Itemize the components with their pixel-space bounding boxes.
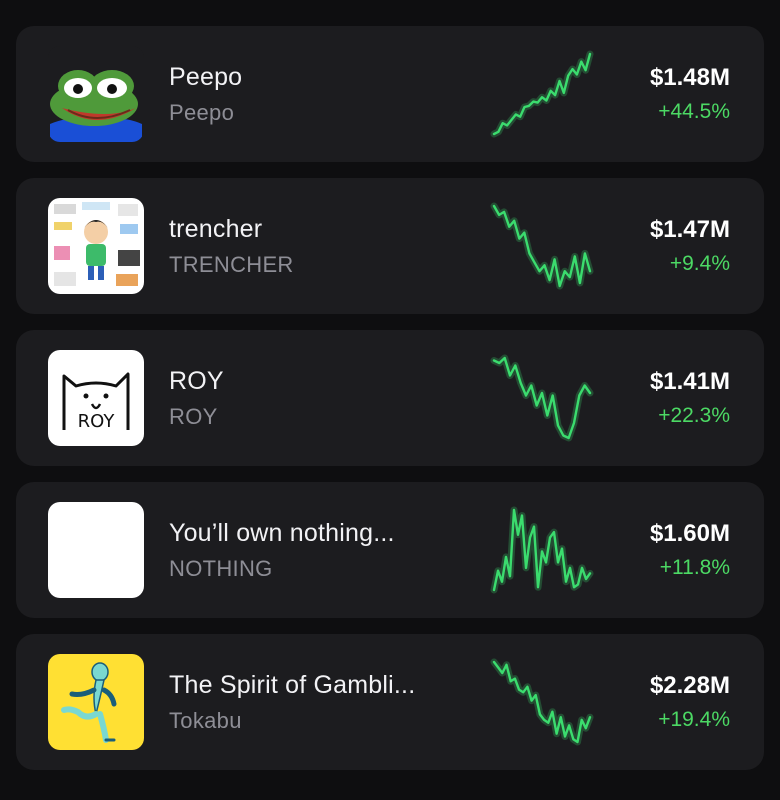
token-row-roy[interactable]: ROY ROY ROY $1.41M +22.3%: [16, 330, 764, 466]
market-cap-value: $1.48M: [649, 64, 730, 91]
token-name: ROY: [169, 367, 224, 395]
price-change-badge: +44.5%: [658, 100, 730, 123]
trencher-collage-icon: [48, 198, 144, 294]
svg-text:ROY: ROY: [78, 411, 116, 432]
token-ticker: TRENCHER: [169, 252, 294, 277]
market-cap-value: $2.28M: [649, 672, 730, 699]
token-name: You’ll own nothing...: [169, 519, 395, 547]
market-cap-value: $1.60M: [649, 520, 730, 547]
sparkline-chart: [490, 354, 594, 442]
token-ticker: Peepo: [169, 100, 235, 125]
token-row-trencher[interactable]: trencher TRENCHER $1.47M +9.4%: [16, 178, 764, 314]
price-change-badge: +22.3%: [658, 404, 730, 427]
market-cap-value: $1.41M: [649, 368, 730, 395]
white-square-icon: [48, 502, 144, 598]
price-change-badge: +9.4%: [669, 252, 730, 275]
token-list: Peepo Peepo $1.48M +44.5% trencher TRENC…: [16, 26, 764, 786]
sparkline-chart: [490, 506, 594, 594]
sparkline-line: [492, 660, 592, 744]
token-name: The Spirit of Gambli...: [169, 671, 416, 699]
token-row-nothing[interactable]: You’ll own nothing... NOTHING $1.60M +11…: [16, 482, 764, 618]
token-name: Peepo: [169, 63, 243, 91]
sparkline-chart: [490, 50, 594, 138]
token-name: trencher: [169, 215, 263, 243]
tokabu-character-icon: [48, 654, 144, 750]
sparkline-glow: [490, 506, 594, 594]
token-ticker: Tokabu: [169, 708, 242, 733]
sparkline-chart: [490, 202, 594, 290]
price-change-badge: +19.4%: [658, 708, 730, 731]
token-ticker: NOTHING: [169, 556, 273, 581]
market-cap-value: $1.47M: [649, 216, 730, 243]
roy-cat-icon: ROY: [48, 350, 144, 446]
sparkline-glow: [490, 202, 594, 290]
sparkline-chart: [490, 658, 594, 746]
pepe-frog-icon: [48, 46, 144, 142]
price-change-badge: +11.8%: [659, 556, 730, 579]
token-ticker: ROY: [169, 404, 218, 429]
token-row-tokabu[interactable]: The Spirit of Gambli... Tokabu $2.28M +1…: [16, 634, 764, 770]
token-row-peepo[interactable]: Peepo Peepo $1.48M +44.5%: [16, 26, 764, 162]
